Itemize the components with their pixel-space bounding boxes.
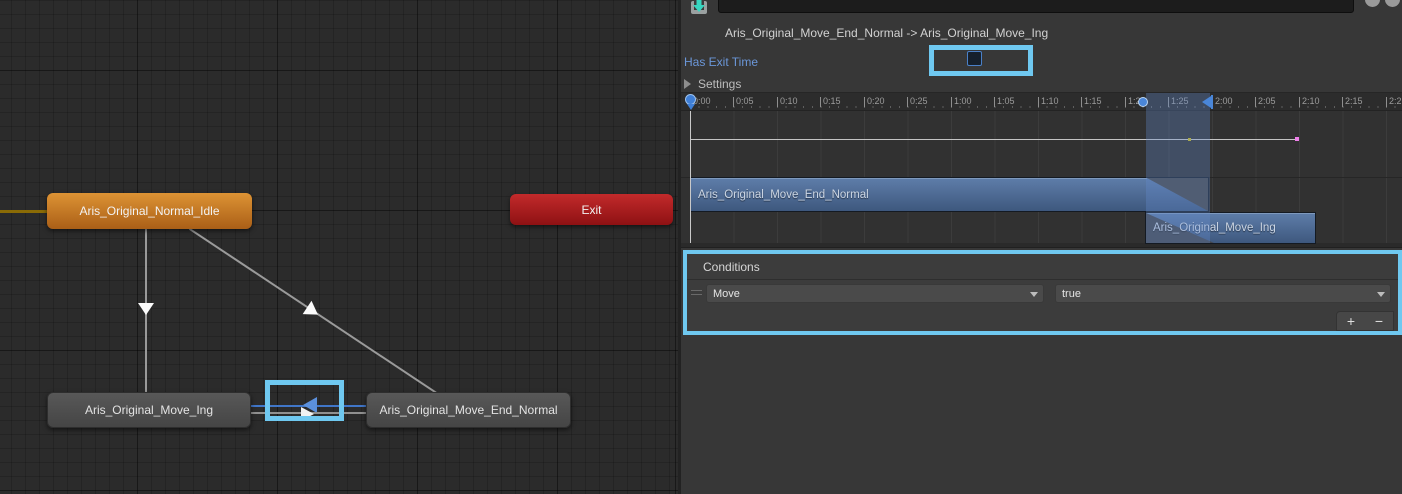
tick-label: 0:10 [780,96,798,106]
transition-route-label: Aris_Original_Move_End_Normal -> Aris_Or… [725,26,1048,40]
conditions-header: Conditions [703,260,760,274]
state-label: Aris_Original_Move_End_Normal [379,403,557,417]
tick-label: 1:05 [997,96,1015,106]
tick-label: 0:05 [736,96,754,106]
tick [1255,97,1256,107]
clip-label: Aris_Original_Move_End_Normal [698,189,869,201]
tick [951,97,952,107]
divider [687,279,1398,280]
condition-drag-handle[interactable] [691,290,702,295]
state-node-move-ing[interactable]: Aris_Original_Move_Ing [47,392,251,428]
tick-label: 1:15 [1084,96,1102,106]
transition-end-marker-icon[interactable] [1202,96,1211,108]
transition-end-marker-bar[interactable] [1211,95,1213,109]
ruler-minor-ticks [690,106,1400,108]
transition-icon [688,0,710,18]
tick-label: 0:15 [823,96,841,106]
blend-curve-endpoint-icon[interactable] [1295,137,1299,141]
tick [1038,97,1039,107]
tick-label: 2:05 [1258,96,1276,106]
highlight-box-transition-arrow [265,380,344,421]
state-label: Exit [581,203,601,217]
transition-timeline[interactable]: 0:00 0:05 0:10 0:15 0:20 0:25 1:00 1:05 … [681,92,1402,248]
state-node-exit[interactable]: Exit [510,194,673,225]
entry-transition-line [0,210,47,213]
playhead-line [690,111,691,243]
tick-label: 0:25 [910,96,928,106]
tick-label: 1:00 [954,96,972,106]
timeline-ruler[interactable]: 0:00 0:05 0:10 0:15 0:20 0:25 1:00 1:05 … [681,93,1402,111]
tick [1081,97,1082,107]
help-icon[interactable] [1365,0,1380,7]
transition-start-marker[interactable] [1138,97,1148,107]
tick [820,97,821,107]
tick-label: 1:10 [1041,96,1059,106]
transition-name-field[interactable] [718,0,1354,13]
foldout-arrow-icon[interactable] [684,79,691,89]
state-label: Aris_Original_Normal_Idle [79,204,219,218]
state-node-move-end-normal[interactable]: Aris_Original_Move_End_Normal [366,392,571,428]
unity-animator-window: Aris_Original_Normal_Idle Exit Aris_Orig… [0,0,1402,494]
condition-value-dropdown[interactable]: true [1055,284,1391,303]
state-label: Aris_Original_Move_Ing [85,403,213,417]
playhead-pin-tip [687,104,695,110]
condition-parameter-value: Move [713,288,740,300]
state-node-default-idle[interactable]: Aris_Original_Normal_Idle [47,193,252,229]
gear-icon[interactable] [1385,0,1400,7]
tick-label: 2:00 [1215,96,1233,106]
remove-condition-button[interactable]: − [1365,312,1393,330]
tick-label: 2:10 [1302,96,1320,106]
settings-foldout[interactable]: Settings [698,77,741,91]
chevron-down-icon [1030,292,1038,297]
inspector-panel: Aris_Original_Move_End_Normal -> Aris_Or… [678,0,1402,494]
transition-arrow-down-icon[interactable] [138,303,154,315]
transition-region-band[interactable] [1146,93,1210,243]
condition-value: true [1062,288,1081,300]
conditions-section: Conditions Move true + − [683,250,1402,335]
clip-bar-source[interactable]: Aris_Original_Move_End_Normal [690,177,1209,212]
tick [733,97,734,107]
condition-parameter-dropdown[interactable]: Move [706,284,1044,303]
tick [864,97,865,107]
condition-list-buttons: + − [1336,311,1394,331]
tick [1125,97,1126,107]
tick [907,97,908,107]
highlight-box-checkbox [929,45,1033,76]
tick [1386,97,1387,107]
tick-label: 0:20 [867,96,885,106]
tick [1342,97,1343,107]
tick [1299,97,1300,107]
tick [777,97,778,107]
tick-label: 2:15 [1345,96,1363,106]
chevron-down-icon [1377,292,1385,297]
has-exit-time-label: Has Exit Time [684,55,758,69]
animator-graph-canvas[interactable]: Aris_Original_Normal_Idle Exit Aris_Orig… [0,0,678,494]
tick [994,97,995,107]
add-condition-button[interactable]: + [1337,312,1365,330]
tick-label: 2:2 [1389,96,1402,106]
